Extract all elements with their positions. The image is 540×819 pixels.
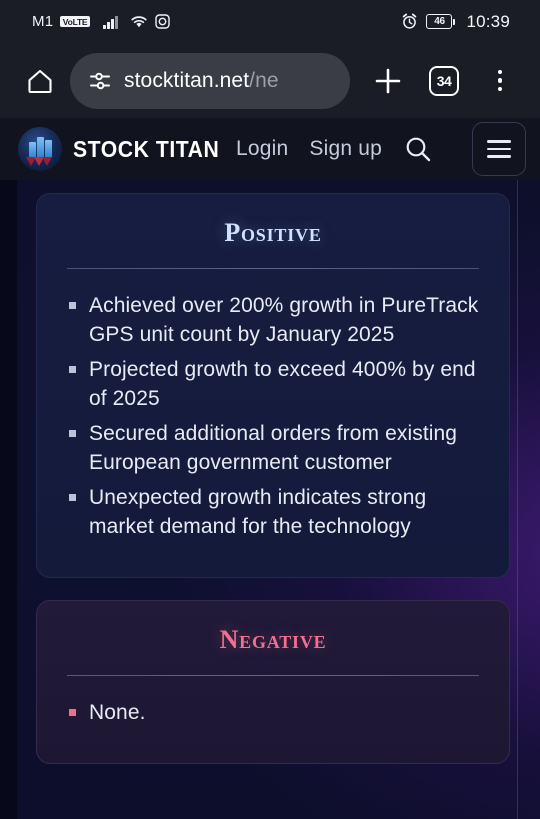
- tab-count-badge: 34: [429, 65, 459, 96]
- list-item: Projected growth to exceed 400% by end o…: [63, 355, 483, 413]
- page-content: Positive Achieved over 200% growth in Pu…: [0, 180, 540, 819]
- stock-titan-logo-icon[interactable]: [18, 127, 62, 171]
- web-page: STOCK TITAN Login Sign up Positive Achie…: [0, 118, 540, 819]
- url-path: /ne: [249, 68, 279, 92]
- plus-icon: [372, 65, 404, 97]
- status-bar-left: M1 VoLTE: [32, 13, 170, 30]
- tune-sliders-icon[interactable]: [88, 69, 112, 93]
- three-dot-menu-icon: [497, 69, 503, 92]
- browser-toolbar: stocktitan.net/ne 34: [0, 43, 540, 118]
- login-link[interactable]: Login: [236, 137, 288, 161]
- status-bar-right: 46 10:39: [401, 12, 510, 32]
- home-button[interactable]: [14, 55, 66, 107]
- battery-icon: 46: [426, 14, 456, 29]
- search-button[interactable]: [403, 134, 433, 164]
- signup-link[interactable]: Sign up: [309, 137, 382, 161]
- status-bar: M1 VoLTE 46 10:39: [0, 0, 540, 43]
- address-bar[interactable]: stocktitan.net/ne: [70, 52, 350, 109]
- positive-divider: [67, 268, 479, 269]
- phone-screen: M1 VoLTE 46 10:39 stocktitan.net/ne 34 S…: [0, 0, 540, 819]
- home-icon: [25, 66, 55, 96]
- negative-divider: [67, 675, 479, 676]
- signal-bars-icon: [102, 15, 118, 29]
- alarm-clock-icon: [401, 13, 418, 30]
- positive-card-title: Positive: [224, 218, 322, 247]
- volte-badge: VoLTE: [60, 16, 90, 27]
- screen-record-icon: [155, 14, 170, 29]
- battery-level-label: 46: [426, 14, 453, 29]
- positive-card: Positive Achieved over 200% growth in Pu…: [36, 193, 510, 578]
- url-text: stocktitan.net/ne: [124, 69, 279, 93]
- list-item: Unexpected growth indicates strong marke…: [63, 483, 483, 541]
- header-nav: Login Sign up: [236, 122, 526, 176]
- negative-card-title: Negative: [219, 625, 327, 654]
- wifi-icon: [130, 14, 148, 29]
- positive-list: Achieved over 200% growth in PureTrack G…: [63, 291, 483, 541]
- search-icon: [403, 134, 433, 164]
- negative-list: None.: [63, 698, 483, 727]
- tab-switcher-button[interactable]: 34: [418, 55, 470, 107]
- list-item: None.: [63, 698, 483, 727]
- browser-menu-button[interactable]: [474, 55, 526, 107]
- list-item: Achieved over 200% growth in PureTrack G…: [63, 291, 483, 349]
- site-header: STOCK TITAN Login Sign up: [0, 118, 540, 180]
- new-tab-button[interactable]: [362, 55, 414, 107]
- clock-time-label: 10:39: [466, 11, 510, 31]
- carrier-label: M1: [32, 13, 54, 30]
- negative-card: Negative None.: [36, 600, 510, 764]
- list-item: Secured additional orders from existing …: [63, 419, 483, 477]
- hamburger-menu-button[interactable]: [472, 122, 526, 176]
- url-domain: stocktitan.net: [124, 68, 250, 92]
- brand-name[interactable]: STOCK TITAN: [73, 136, 219, 163]
